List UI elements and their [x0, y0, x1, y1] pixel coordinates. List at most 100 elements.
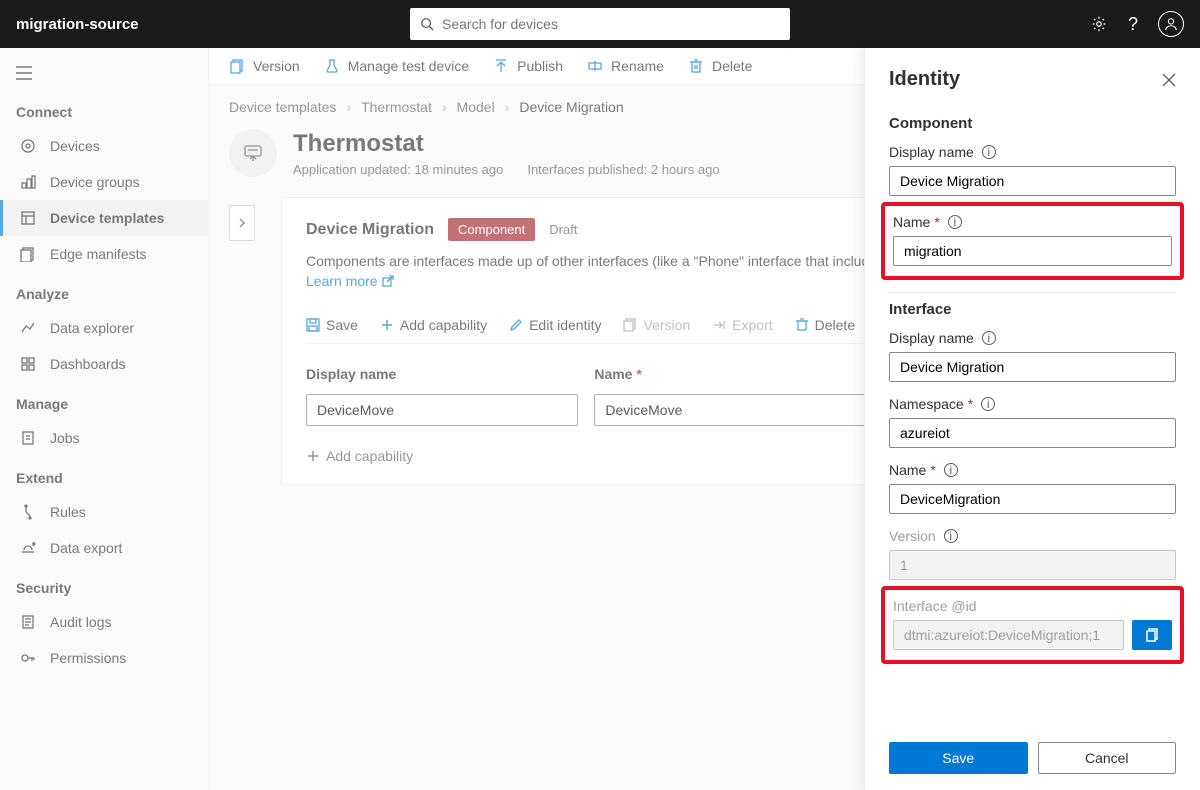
plus-icon [306, 449, 320, 463]
toolbar-label: Add capability [400, 317, 487, 333]
toolbar-label: Delete [815, 317, 855, 333]
interface-id-input [893, 620, 1124, 650]
audit-logs-icon [20, 614, 36, 630]
breadcrumb-item[interactable]: Device templates [229, 99, 336, 115]
sidebar-item-device-groups[interactable]: Device groups [0, 164, 208, 200]
device-templates-icon [20, 210, 36, 226]
info-icon[interactable]: i [944, 529, 958, 543]
rename-button[interactable]: Rename [587, 58, 664, 74]
interface-name-input[interactable] [889, 484, 1176, 514]
interface-display-name-label: Display namei [889, 330, 1176, 346]
dashboards-icon [20, 356, 36, 372]
sidebar-item-label: Device groups [50, 174, 140, 190]
expand-handle[interactable] [229, 205, 255, 241]
toolbar-label: Manage test device [348, 58, 469, 74]
info-icon[interactable]: i [948, 215, 962, 229]
edit-identity-button[interactable]: Edit identity [509, 317, 601, 333]
cancel-button[interactable]: Cancel [1038, 742, 1177, 774]
info-icon[interactable]: i [981, 397, 995, 411]
hamburger-icon[interactable] [0, 56, 208, 90]
published-meta: Interfaces published: 2 hours ago [527, 162, 719, 177]
manage-test-device-button[interactable]: Manage test device [324, 58, 469, 74]
search-icon [420, 17, 434, 31]
toolbar-label: Save [326, 317, 358, 333]
toolbar-label: Export [732, 317, 772, 333]
toolbar-label: Version [643, 317, 690, 333]
page-title: Thermostat [293, 130, 720, 158]
info-icon[interactable]: i [944, 463, 958, 477]
external-link-icon [382, 275, 394, 287]
sidebar-item-label: Devices [50, 138, 100, 154]
info-icon[interactable]: i [982, 331, 996, 345]
namespace-label: Namespace * i [889, 396, 1176, 412]
save-button[interactable]: Save [889, 742, 1028, 774]
sidebar-item-audit-logs[interactable]: Audit logs [0, 604, 208, 640]
toolbar-label: Publish [517, 58, 563, 74]
col-display-name: Display name [306, 366, 578, 382]
version-input [889, 550, 1176, 580]
help-icon[interactable]: ? [1128, 14, 1138, 35]
sidebar-item-device-templates[interactable]: Device templates [0, 200, 208, 236]
breadcrumb-item[interactable]: Thermostat [361, 99, 432, 115]
sidebar-item-dashboards[interactable]: Dashboards [0, 346, 208, 382]
toolbar-label: Version [253, 58, 300, 74]
name-input[interactable] [594, 394, 866, 426]
breadcrumb-item[interactable]: Model [457, 99, 495, 115]
search-input[interactable] [442, 16, 780, 32]
sidebar-item-label: Rules [50, 504, 86, 520]
component-name-input[interactable] [893, 236, 1172, 266]
save-button[interactable]: Save [306, 317, 358, 333]
save-icon [306, 318, 320, 332]
publish-icon [493, 58, 509, 74]
sidebar-item-devices[interactable]: Devices [0, 128, 208, 164]
publish-button[interactable]: Publish [493, 58, 563, 74]
sidebar-item-jobs[interactable]: Jobs [0, 420, 208, 456]
sidebar-item-edge-manifests[interactable]: Edge manifests [0, 236, 208, 272]
learn-more-link[interactable]: Learn more [306, 273, 394, 289]
data-export-icon [20, 540, 36, 556]
thermostat-icon [229, 129, 277, 177]
sidebar-item-permissions[interactable]: Permissions [0, 640, 208, 676]
permissions-icon [20, 650, 36, 666]
component-badge: Component [448, 218, 535, 241]
edge-manifests-icon [20, 246, 36, 262]
add-capability-button[interactable]: Add capability [380, 317, 487, 333]
component-display-name-input[interactable] [889, 166, 1176, 196]
delete-button[interactable]: Delete [688, 58, 752, 74]
version-icon [229, 58, 245, 74]
sidebar-item-label: Data explorer [50, 320, 134, 336]
rename-icon [587, 58, 603, 74]
interface-section-title: Interface [889, 301, 1176, 318]
jobs-icon [20, 430, 36, 446]
sidebar-item-label: Jobs [50, 430, 80, 446]
interface-display-name-input[interactable] [889, 352, 1176, 382]
sidebar-section-analyze: Analyze [0, 272, 208, 310]
sidebar-section-manage: Manage [0, 382, 208, 420]
card-delete-button[interactable]: Delete [795, 317, 855, 333]
settings-icon[interactable] [1090, 15, 1108, 33]
copy-button[interactable] [1132, 620, 1172, 650]
avatar[interactable] [1158, 11, 1184, 37]
version-button[interactable]: Version [229, 58, 300, 74]
sidebar-item-data-explorer[interactable]: Data explorer [0, 310, 208, 346]
add-capability-label: Add capability [326, 448, 413, 464]
sidebar-item-label: Data export [50, 540, 122, 556]
search-box[interactable] [410, 8, 790, 40]
card-title: Device Migration [306, 221, 434, 239]
namespace-input[interactable] [889, 418, 1176, 448]
updated-meta: Application updated: 18 minutes ago [293, 162, 503, 177]
chevron-right-icon: › [346, 99, 351, 115]
highlighted-name-field: Name * i [881, 202, 1184, 280]
toolbar-label: Rename [611, 58, 664, 74]
sidebar-item-label: Dashboards [50, 356, 126, 372]
display-name-input[interactable] [306, 394, 578, 426]
sidebar-item-data-export[interactable]: Data export [0, 530, 208, 566]
info-icon[interactable]: i [982, 145, 996, 159]
data-explorer-icon [20, 320, 36, 336]
interface-id-label: Interface @id [893, 598, 1172, 614]
identity-flyout: Identity Component Display namei Name * … [864, 48, 1200, 790]
sidebar-item-rules[interactable]: Rules [0, 494, 208, 530]
learn-more-label: Learn more [306, 273, 378, 289]
sidebar-item-label: Permissions [50, 650, 126, 666]
close-icon[interactable] [1162, 73, 1176, 87]
